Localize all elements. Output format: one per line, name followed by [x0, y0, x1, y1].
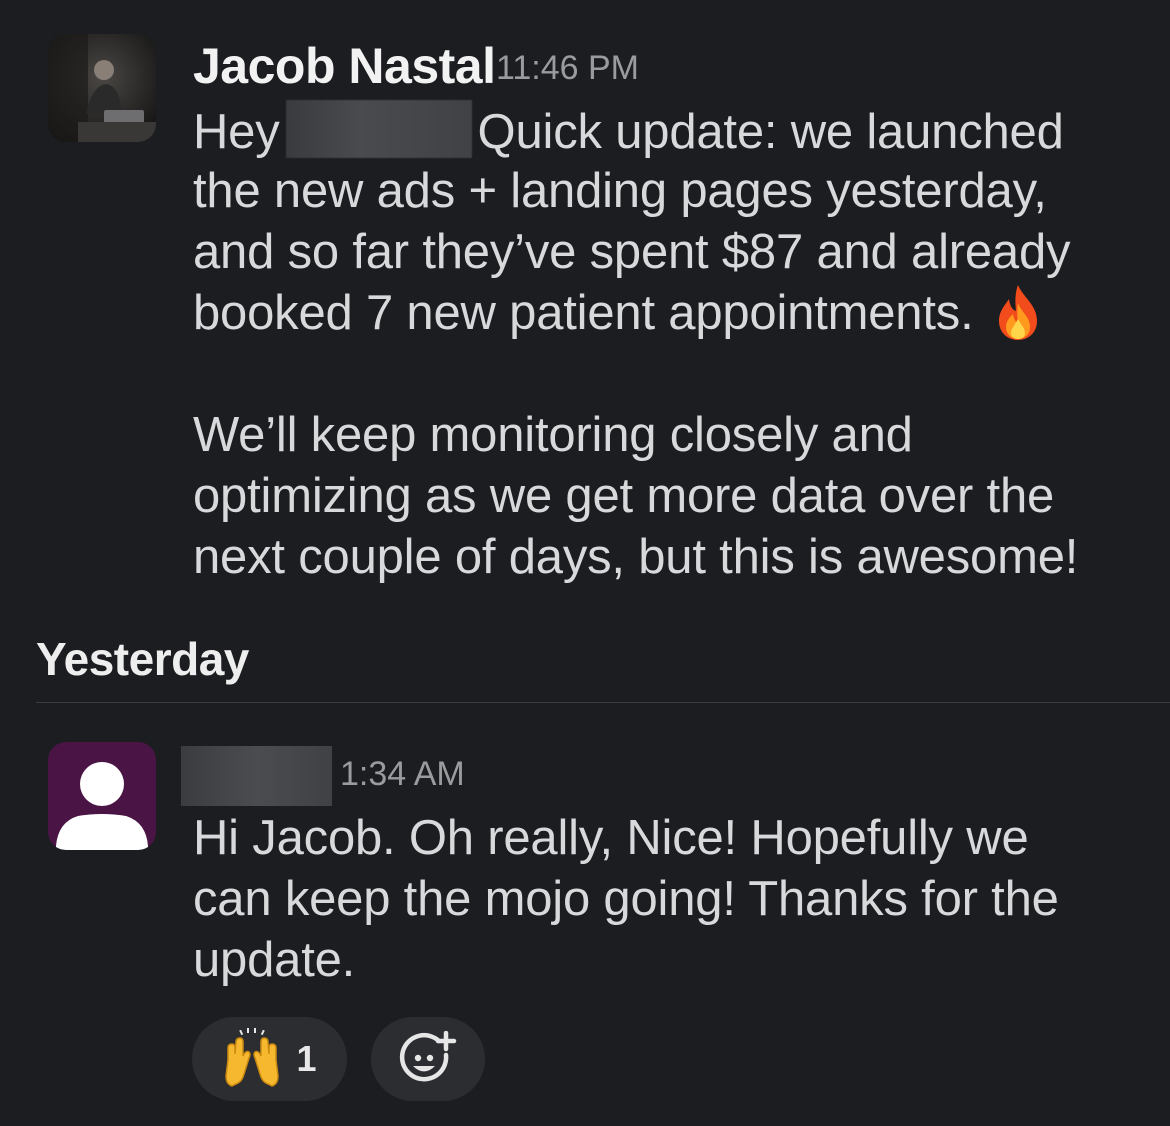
add-reaction-button[interactable]: [371, 1017, 485, 1101]
avatar[interactable]: [48, 34, 156, 142]
message-body: Hi Jacob. Oh really, Nice! Hopefully we …: [193, 808, 1153, 991]
greeting-text: Hey: [193, 105, 280, 159]
message-line: We’ll keep monitoring closely and: [193, 408, 913, 462]
message-line: next couple of days, but this is awesome…: [193, 530, 1079, 584]
reaction-raising-hands[interactable]: 1: [192, 1017, 347, 1101]
message-body: Hey Quick update: we launched the new ads…: [193, 100, 1153, 344]
add-emoji-icon: [399, 1031, 457, 1082]
message-timestamp[interactable]: 1:34 AM: [340, 748, 465, 800]
message-line: optimizing as we get more data over the: [193, 469, 1055, 523]
redacted-sender-name: [181, 746, 332, 806]
message-line: Hey Quick update: we launched: [193, 100, 1153, 161]
avatar-photo-icon: [48, 34, 156, 142]
sender-name[interactable]: Jacob Nastal: [193, 34, 496, 98]
message-text: Quick update: we launched: [477, 105, 1064, 159]
redacted-name: [285, 100, 472, 158]
message-line: and so far they’ve spent $87 and already: [193, 225, 1071, 279]
default-user-icon: [56, 762, 148, 850]
date-divider-label[interactable]: Yesterday: [36, 630, 249, 688]
message-line: update.: [193, 933, 356, 987]
message-line: booked 7 new patient appointments.: [193, 283, 1153, 344]
reaction-count: 1: [296, 1038, 317, 1079]
message-text: booked 7 new patient appointments.: [193, 286, 974, 340]
raising-hands-emoji-icon: [225, 1028, 280, 1087]
message-line: the new ads + landing pages yesterday,: [193, 164, 1047, 218]
avatar[interactable]: [48, 742, 156, 850]
date-divider: [36, 702, 1170, 703]
message-body-paragraph: We’ll keep monitoring closely and optimi…: [193, 405, 1153, 588]
message-line: can keep the mojo going! Thanks for the: [193, 872, 1059, 926]
message-jacob: Jacob Nastal 11:46 PM Hey Quick update: w…: [0, 0, 1170, 600]
fire-emoji-icon: [993, 283, 1043, 341]
message-timestamp[interactable]: 11:46 PM: [496, 42, 639, 94]
message-line: Hi Jacob. Oh really, Nice! Hopefully we: [193, 811, 1029, 865]
